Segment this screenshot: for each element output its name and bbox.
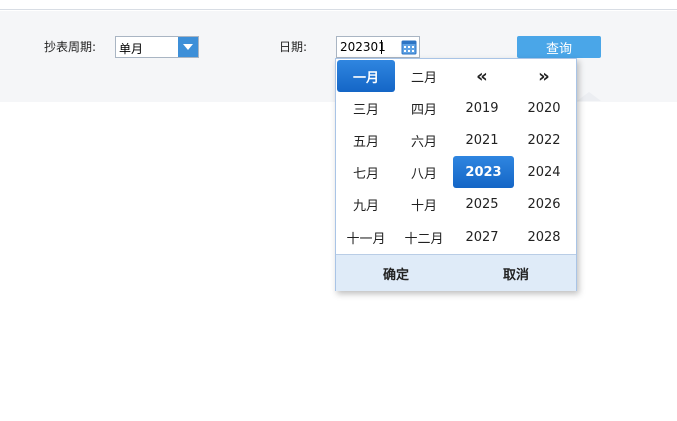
month-oct[interactable]: 十月 [395, 188, 453, 220]
year-2020[interactable]: 2020 [515, 92, 573, 124]
month-year-picker: 一月 二月 « » 三月 四月 2019 2020 五月 六月 2021 202… [335, 58, 577, 291]
date-input[interactable]: 202301 [336, 36, 420, 58]
month-apr[interactable]: 四月 [395, 92, 453, 124]
month-jul[interactable]: 七月 [337, 156, 395, 188]
year-2022[interactable]: 2022 [515, 124, 573, 156]
calendar-icon[interactable] [400, 38, 418, 56]
next-years-button[interactable]: » [515, 60, 573, 92]
prev-years-button[interactable]: « [453, 60, 511, 92]
period-select-value: 单月 [119, 42, 144, 56]
year-2023[interactable]: 2023 [453, 156, 514, 188]
chevron-down-icon[interactable] [178, 37, 198, 57]
year-2026[interactable]: 2026 [515, 188, 573, 220]
popup-pointer [577, 92, 601, 101]
year-2025[interactable]: 2025 [453, 188, 511, 220]
period-label: 抄表周期: [44, 40, 97, 54]
top-border [0, 0, 677, 10]
confirm-button[interactable]: 确定 [336, 255, 456, 292]
date-input-value: 202301 [340, 40, 386, 54]
query-button[interactable]: 查询 [517, 36, 601, 58]
month-sep[interactable]: 九月 [337, 188, 395, 220]
date-label: 日期: [279, 40, 308, 54]
month-may[interactable]: 五月 [337, 124, 395, 156]
period-select[interactable]: 单月 [115, 36, 199, 58]
year-2027[interactable]: 2027 [453, 221, 511, 253]
month-feb[interactable]: 二月 [395, 60, 453, 92]
year-2021[interactable]: 2021 [453, 124, 511, 156]
picker-footer: 确定 取消 [336, 254, 576, 291]
text-caret [381, 40, 382, 54]
month-aug[interactable]: 八月 [395, 156, 453, 188]
month-dec[interactable]: 十二月 [395, 221, 453, 253]
month-jan[interactable]: 一月 [337, 60, 395, 92]
month-jun[interactable]: 六月 [395, 124, 453, 156]
month-mar[interactable]: 三月 [337, 92, 395, 124]
cancel-button[interactable]: 取消 [456, 255, 576, 292]
year-2024[interactable]: 2024 [515, 156, 573, 188]
month-nov[interactable]: 十一月 [337, 221, 395, 253]
year-2019[interactable]: 2019 [453, 92, 511, 124]
year-2028[interactable]: 2028 [515, 221, 573, 253]
